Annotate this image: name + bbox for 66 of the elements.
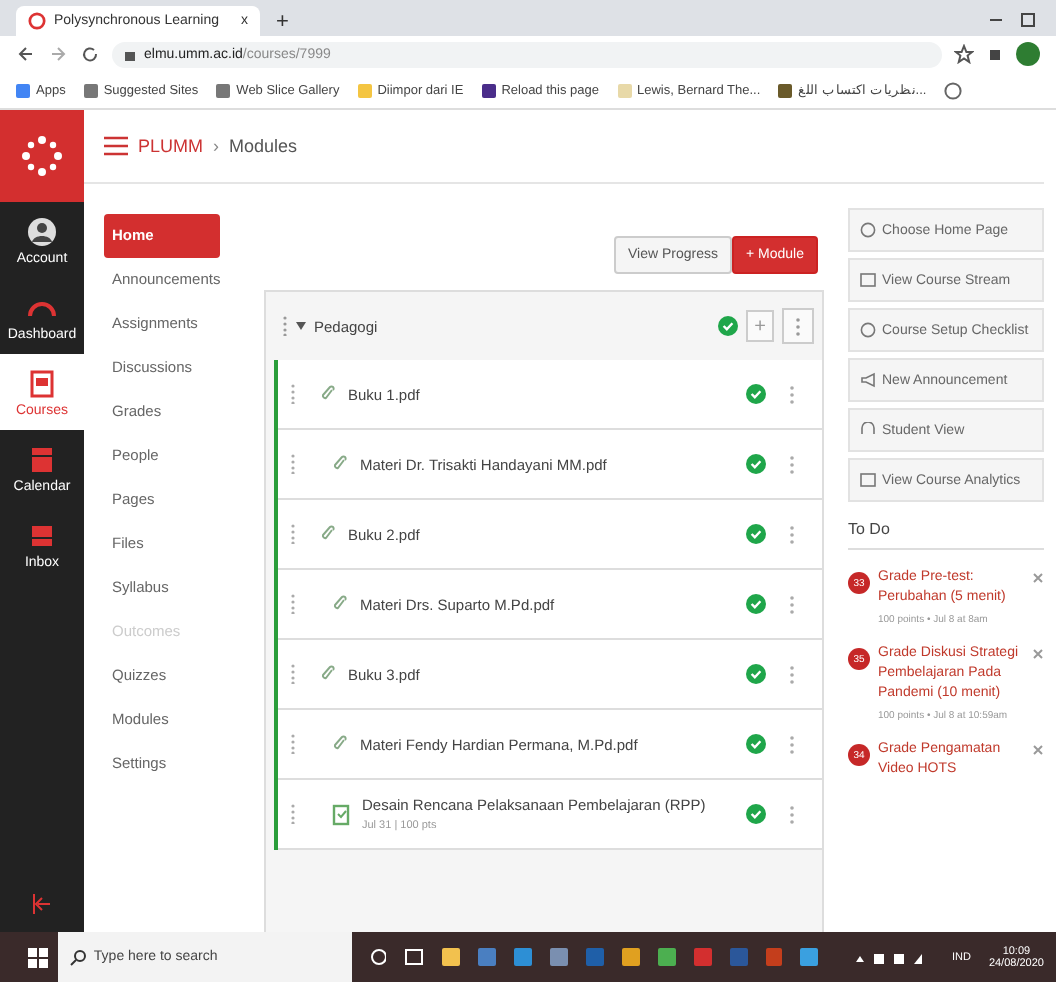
drag-handle-icon[interactable] (290, 594, 296, 614)
cortana-icon[interactable] (369, 948, 387, 966)
collapse-caret-icon[interactable] (296, 321, 306, 331)
search-icon (69, 949, 86, 965)
published-check-icon[interactable] (718, 316, 738, 336)
attachment-icon (320, 384, 336, 404)
drag-handle-icon[interactable] (282, 316, 288, 336)
maximize-icon[interactable] (1020, 12, 1036, 28)
globe-icon[interactable] (944, 81, 963, 99)
menu-icon[interactable] (104, 136, 128, 156)
attachment-icon (320, 524, 336, 544)
collapse-icon[interactable] (30, 892, 54, 916)
published-check-icon[interactable] (746, 734, 766, 754)
attachment-icon (332, 594, 348, 614)
windows-start-icon[interactable] (28, 947, 48, 967)
drag-handle-icon[interactable] (290, 734, 296, 754)
forward-icon[interactable] (48, 44, 68, 64)
logo-tile[interactable] (0, 110, 84, 202)
taskbar-app-icon[interactable] (657, 948, 676, 966)
courses-icon (26, 367, 58, 399)
new-tab-button[interactable]: + (276, 8, 289, 36)
taskbar-app-icon[interactable] (621, 948, 640, 966)
home-icon (860, 222, 876, 238)
attachment-icon (332, 454, 348, 474)
drag-handle-icon[interactable] (290, 524, 296, 544)
student-icon (860, 422, 876, 438)
drag-handle-icon[interactable] (290, 664, 296, 684)
published-check-icon[interactable] (746, 594, 766, 614)
taskbar-app-icon[interactable] (442, 948, 461, 966)
checklist-icon (860, 322, 876, 338)
assignment-icon (332, 803, 350, 825)
stream-icon (860, 272, 876, 288)
logo-icon (18, 132, 66, 180)
extension-icon[interactable] (986, 45, 1004, 63)
published-check-icon[interactable] (746, 664, 766, 684)
account-icon (26, 215, 58, 247)
back-icon[interactable] (16, 44, 36, 64)
close-icon[interactable] (1032, 572, 1044, 584)
published-check-icon[interactable] (746, 524, 766, 544)
attachment-icon (332, 734, 348, 754)
published-check-icon[interactable] (746, 384, 766, 404)
profile-avatar-icon[interactable] (1016, 42, 1040, 66)
breadcrumb-link[interactable]: PLUMM (138, 136, 204, 156)
breadcrumb-separator: › (213, 136, 220, 156)
reload-icon[interactable] (80, 44, 100, 64)
calendar-icon (26, 443, 58, 475)
drag-handle-icon[interactable] (290, 454, 296, 474)
taskbar-app-icon[interactable] (800, 948, 819, 966)
task-view-icon[interactable] (404, 948, 425, 966)
published-check-icon[interactable] (746, 804, 766, 824)
todo-heading: To Do (848, 520, 1044, 550)
drag-handle-icon[interactable] (290, 384, 296, 404)
close-icon[interactable] (1032, 648, 1044, 660)
lock-icon (124, 46, 136, 62)
module-options-button[interactable] (782, 308, 814, 344)
breadcrumb-current: Modules (229, 136, 298, 156)
taskbar-app-icon[interactable] (478, 948, 497, 966)
attachment-icon (320, 664, 336, 684)
analytics-icon (860, 472, 876, 488)
taskbar-app-icon[interactable] (514, 948, 533, 966)
announce-icon (860, 372, 876, 388)
close-icon[interactable] (1032, 744, 1044, 756)
drag-handle-icon[interactable] (290, 804, 296, 824)
star-icon[interactable] (954, 44, 974, 64)
tab-favicon-icon (28, 12, 46, 30)
published-check-icon[interactable] (746, 454, 766, 474)
